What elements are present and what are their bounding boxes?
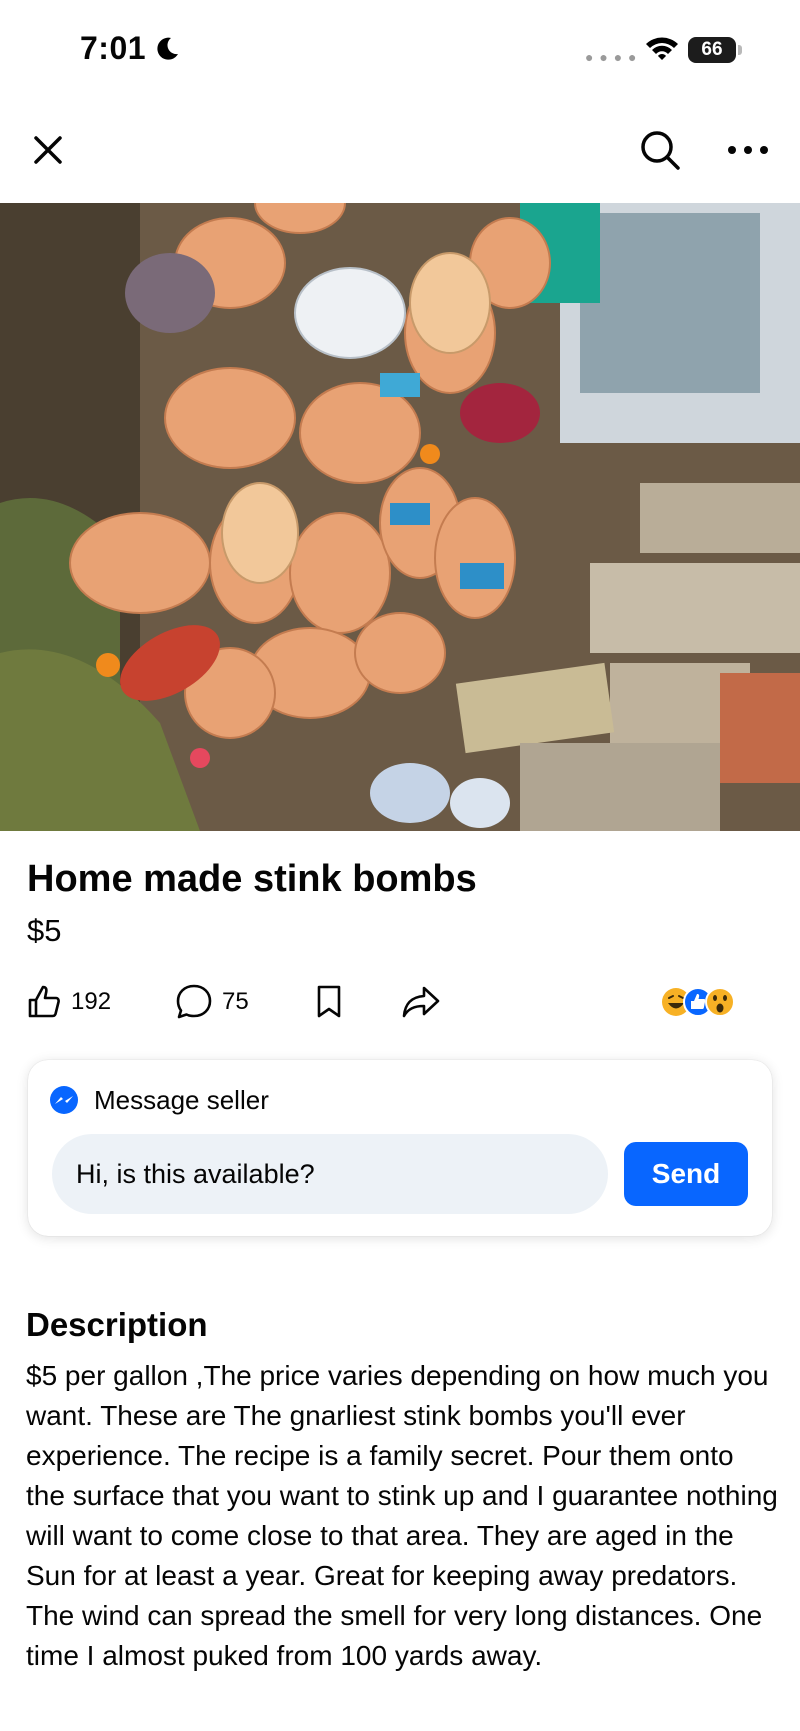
message-input[interactable]	[52, 1134, 608, 1214]
battery-indicator: 66	[688, 37, 736, 63]
message-seller-label: Message seller	[94, 1084, 269, 1115]
messenger-icon	[50, 1086, 78, 1114]
wow-reaction-icon	[705, 987, 735, 1017]
battery-tip	[738, 45, 742, 55]
search-icon[interactable]	[636, 126, 684, 174]
description-text: $5 per gallon ,The price varies dependin…	[26, 1360, 778, 1671]
bookmark-icon	[317, 985, 341, 1018]
wifi-icon	[646, 37, 678, 60]
signal-dots: ● ● ● ●	[585, 49, 638, 65]
message-seller-card: Message seller Send	[28, 1060, 772, 1236]
share-arrow-icon	[402, 986, 440, 1018]
listing-title: Home made stink bombs	[27, 858, 477, 900]
description-heading: Description	[26, 1306, 208, 1343]
comment-count: 75	[222, 988, 249, 1015]
message-seller-header: Message seller	[48, 1084, 269, 1116]
like-button[interactable]: 192	[25, 980, 111, 1024]
moon-icon	[157, 37, 178, 60]
share-button[interactable]	[400, 980, 442, 1024]
thumbs-up-icon	[28, 985, 60, 1018]
listing-photo-illustration	[0, 203, 800, 831]
listing-photo[interactable]	[0, 203, 800, 831]
status-time: 7:01	[80, 30, 147, 66]
comment-button[interactable]: 75	[174, 980, 249, 1024]
save-button[interactable]	[312, 980, 346, 1024]
status-bar: 7:01 ● ● ● ● 66	[0, 0, 800, 100]
close-icon[interactable]	[28, 130, 68, 170]
send-button[interactable]: Send	[624, 1142, 748, 1206]
listing-price: $5	[27, 913, 62, 948]
more-horizontal-icon[interactable]	[724, 138, 772, 162]
comment-bubble-icon	[176, 984, 212, 1019]
reaction-icons[interactable]	[660, 982, 736, 1022]
like-count: 192	[71, 988, 112, 1015]
